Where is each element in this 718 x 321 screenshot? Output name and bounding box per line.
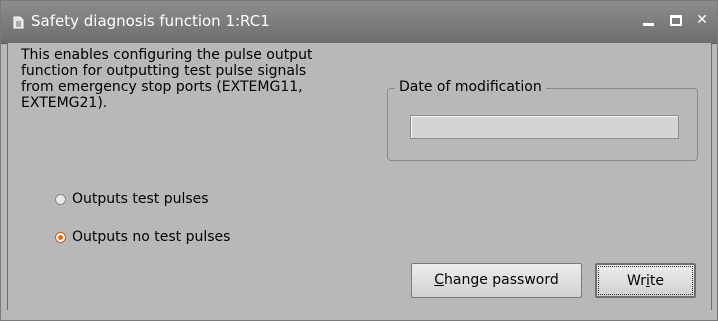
button-label-rest: hange password xyxy=(444,272,559,288)
radio-outputs-test-pulses[interactable]: Outputs test pulses xyxy=(55,191,209,207)
radio-outputs-no-test-pulses[interactable]: Outputs no test pulses xyxy=(55,229,230,245)
button-label-prefix: Wr xyxy=(627,273,646,289)
radio-label: Outputs test pulses xyxy=(72,191,209,207)
change-password-button[interactable]: Change password xyxy=(411,263,582,298)
radio-button-selected[interactable] xyxy=(55,231,66,243)
close-icon: ✕ xyxy=(696,12,708,28)
window-title: Safety diagnosis function 1:RC1 xyxy=(31,12,270,30)
button-label-mnemonic: C xyxy=(434,272,445,288)
button-label-rest: te xyxy=(649,273,664,289)
write-button[interactable]: Write xyxy=(595,263,696,298)
document-icon xyxy=(13,16,24,29)
close-button[interactable]: ✕ xyxy=(691,9,713,31)
title-bar[interactable]: Safety diagnosis function 1:RC1 ✕ xyxy=(1,1,717,44)
minimize-button[interactable] xyxy=(638,9,660,31)
date-of-modification-group: Date of modification xyxy=(387,79,698,161)
maximize-button[interactable] xyxy=(665,9,687,31)
dialog-window: Safety diagnosis function 1:RC1 ✕ This e… xyxy=(0,0,718,321)
radio-label: Outputs no test pulses xyxy=(72,229,231,245)
minimize-icon xyxy=(643,23,654,26)
description-text: This enables configuring the pulse outpu… xyxy=(21,47,313,111)
group-label: Date of modification xyxy=(395,79,546,95)
radio-button[interactable] xyxy=(55,193,66,205)
maximize-icon xyxy=(670,15,682,26)
date-of-modification-field[interactable] xyxy=(410,115,679,139)
